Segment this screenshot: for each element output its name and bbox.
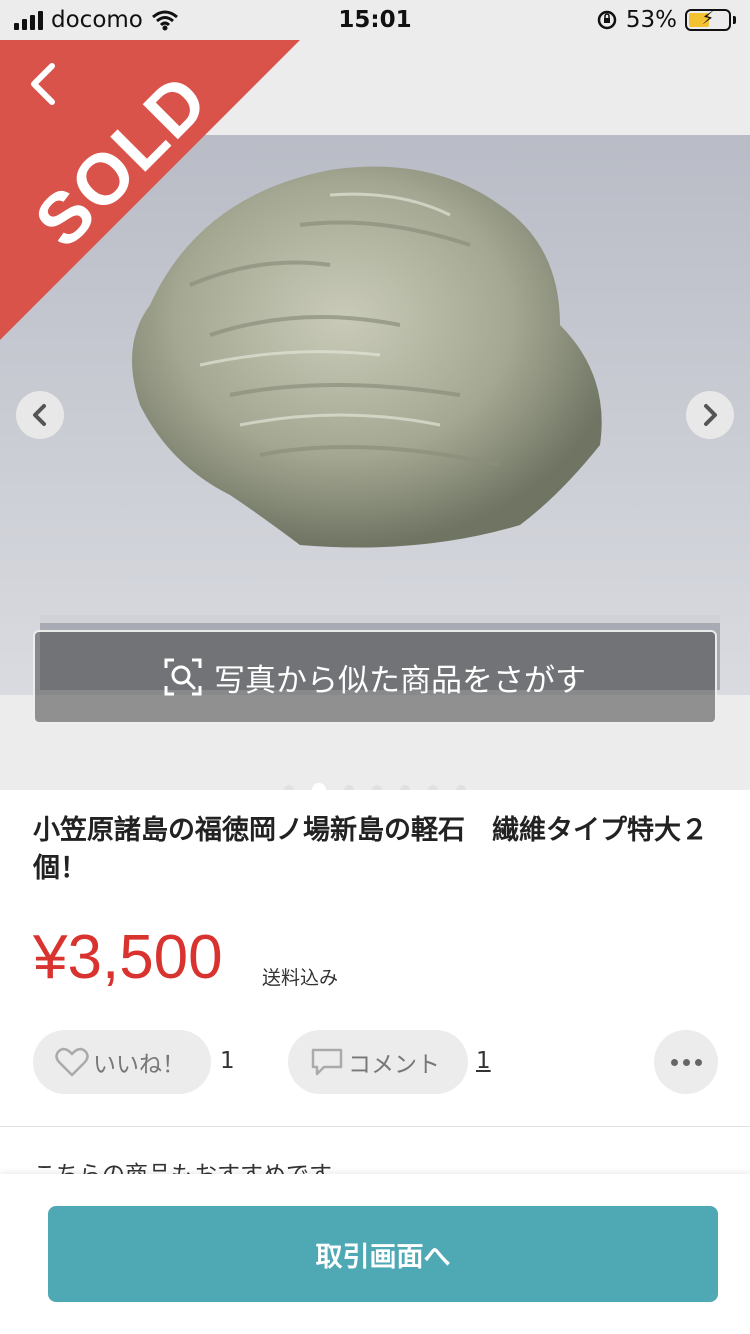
page-dot[interactable] (372, 785, 382, 790)
search-similar-label: 写真から似た商品をさがす (214, 662, 586, 699)
battery-percent: 53% (625, 7, 677, 33)
back-button[interactable] (22, 58, 66, 110)
search-similar-button[interactable]: 写真から似た商品をさがす (33, 630, 717, 724)
previous-photo-button[interactable] (16, 391, 64, 439)
page-indicator (0, 783, 750, 790)
item-price: ¥3,500 (33, 923, 223, 992)
comment-count[interactable]: 1 (476, 1048, 491, 1074)
page-dot[interactable] (312, 783, 326, 790)
comment-button[interactable]: コメント (288, 1030, 468, 1094)
more-dot (682, 1058, 690, 1066)
page-dot[interactable] (456, 785, 466, 790)
shipping-note: 送料込み (262, 967, 339, 989)
section-divider (0, 1126, 750, 1127)
page-dot[interactable] (428, 785, 438, 790)
status-bar: docomo 15:01 53% ⚡ (0, 0, 750, 40)
like-button[interactable]: いいね！ (33, 1030, 211, 1094)
bottom-action-bar: 取引画面へ (0, 1174, 750, 1334)
orientation-lock-icon (597, 10, 617, 30)
back-chevron-icon (31, 63, 55, 105)
image-search-icon (164, 658, 202, 696)
next-photo-button[interactable] (686, 391, 734, 439)
item-title: 小笠原諸島の福徳岡ノ場新島の軽石 繊維タイプ特大２個！ (33, 815, 708, 884)
more-dot (694, 1058, 702, 1066)
comment-bubble-icon (311, 1048, 343, 1076)
go-to-transaction-button[interactable]: 取引画面へ (48, 1206, 718, 1302)
chevron-left-icon (33, 404, 46, 426)
more-dot (670, 1058, 678, 1066)
heart-icon (55, 1047, 89, 1077)
like-count: 1 (220, 1048, 235, 1074)
page-dot[interactable] (284, 785, 294, 790)
comment-label: コメント (348, 1052, 440, 1078)
battery-cap (733, 16, 736, 24)
chevron-right-icon (704, 404, 717, 426)
more-options-button[interactable] (654, 1030, 718, 1094)
battery-icon: ⚡ (685, 8, 731, 31)
page-dot[interactable] (344, 785, 354, 790)
page-dot[interactable] (400, 785, 410, 790)
status-right: 53% ⚡ (596, 7, 736, 33)
like-label: いいね！ (93, 1052, 185, 1078)
